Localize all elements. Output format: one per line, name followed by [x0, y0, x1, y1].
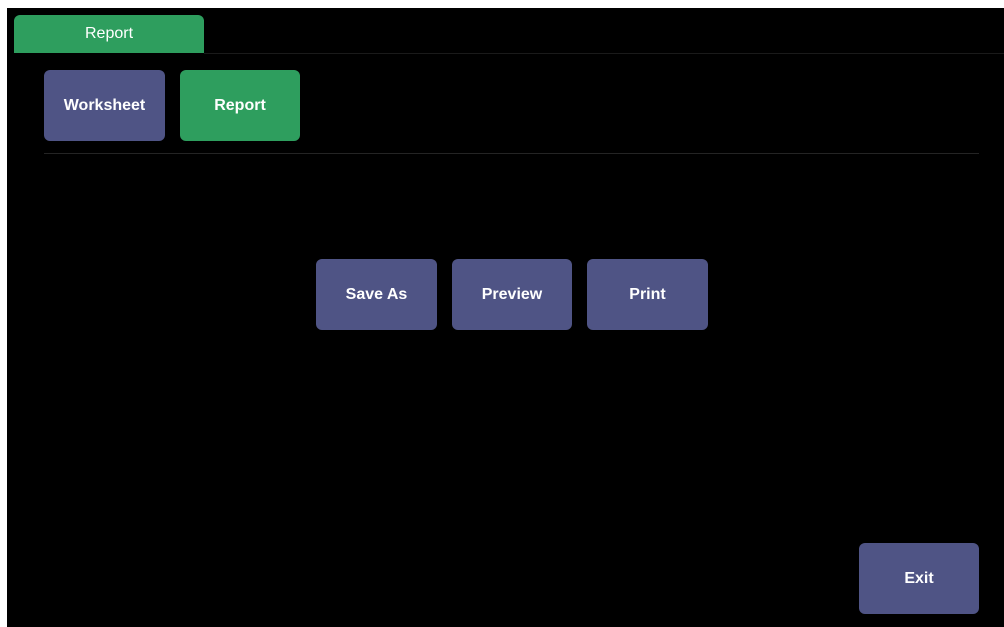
- save-as-button-label: Save As: [345, 285, 408, 303]
- print-button[interactable]: Print: [587, 259, 708, 330]
- worksheet-button-label: Worksheet: [63, 96, 146, 114]
- app-screen: Report Worksheet Report Save As Preview …: [7, 8, 1004, 627]
- worksheet-button[interactable]: Worksheet: [44, 70, 165, 141]
- report-button[interactable]: Report: [180, 70, 300, 141]
- print-button-label: Print: [629, 285, 666, 303]
- tab-report[interactable]: Report: [14, 15, 204, 53]
- report-button-label: Report: [214, 96, 266, 114]
- section-divider: [44, 153, 979, 154]
- save-as-button[interactable]: Save As: [316, 259, 437, 330]
- preview-button-label: Preview: [481, 285, 543, 303]
- tab-report-label: Report: [84, 25, 134, 42]
- preview-button[interactable]: Preview: [452, 259, 572, 330]
- exit-button[interactable]: Exit: [859, 543, 979, 614]
- tab-bar-line: [204, 53, 1004, 54]
- exit-button-label: Exit: [904, 569, 934, 587]
